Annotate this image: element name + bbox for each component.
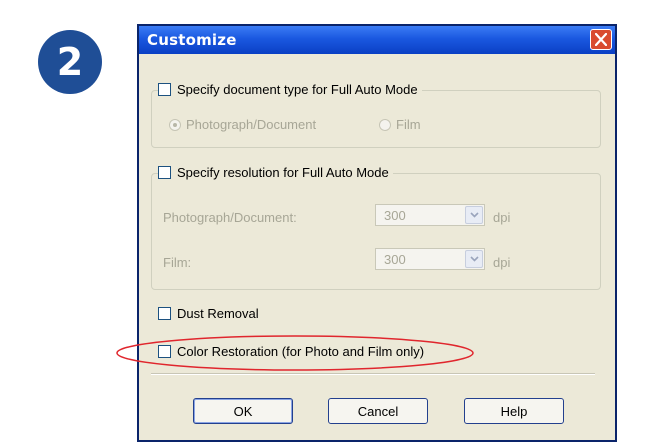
resolution-group [151,173,601,290]
help-button[interactable]: Help [464,398,564,424]
radio-circle[interactable] [169,118,181,131]
close-button[interactable] [590,29,612,50]
chevron-down-icon [470,256,479,262]
color-restoration-label: Color Restoration (for Photo and Film on… [177,344,425,359]
film-resolution-label: Film: [163,255,192,270]
ok-button[interactable]: OK [193,398,293,424]
photograph-resolution-value: 300 [384,208,406,223]
specify-document-type-checkbox[interactable]: Specify document type for Full Auto Mode [158,82,422,97]
film-resolution-value: 300 [384,252,406,267]
chevron-down-icon [470,212,479,218]
photograph-resolution-select[interactable]: 300 [375,204,485,226]
step-number-badge: 2 [38,30,102,94]
dust-removal-label: Dust Removal [177,306,259,321]
checkbox-box[interactable] [158,307,171,320]
specify-document-type-label: Specify document type for Full Auto Mode [177,82,418,97]
title-bar[interactable]: Customize [139,26,615,54]
radio-film-label: Film [396,117,421,132]
separator [151,373,595,375]
dropdown-button[interactable] [465,250,483,268]
customize-dialog: Customize Specify document type for Full… [137,24,617,442]
checkbox-box[interactable] [158,345,171,358]
checkbox-box[interactable] [158,83,171,96]
dust-removal-checkbox[interactable]: Dust Removal [158,306,259,321]
close-icon [595,33,607,46]
film-resolution-unit: dpi [493,255,511,270]
specify-resolution-checkbox[interactable]: Specify resolution for Full Auto Mode [158,165,393,180]
film-resolution-select[interactable]: 300 [375,248,485,270]
radio-photograph-document[interactable]: Photograph/Document [169,117,316,132]
cancel-button[interactable]: Cancel [328,398,428,424]
color-restoration-checkbox[interactable]: Color Restoration (for Photo and Film on… [158,344,424,359]
dropdown-button[interactable] [465,206,483,224]
radio-photograph-document-label: Photograph/Document [186,117,317,132]
photograph-resolution-unit: dpi [493,210,511,225]
specify-resolution-label: Specify resolution for Full Auto Mode [177,165,389,180]
photograph-resolution-label: Photograph/Document: [163,210,297,225]
checkbox-box[interactable] [158,166,171,179]
dialog-title: Customize [147,31,237,49]
radio-circle[interactable] [379,118,391,131]
radio-film[interactable]: Film [379,117,421,132]
